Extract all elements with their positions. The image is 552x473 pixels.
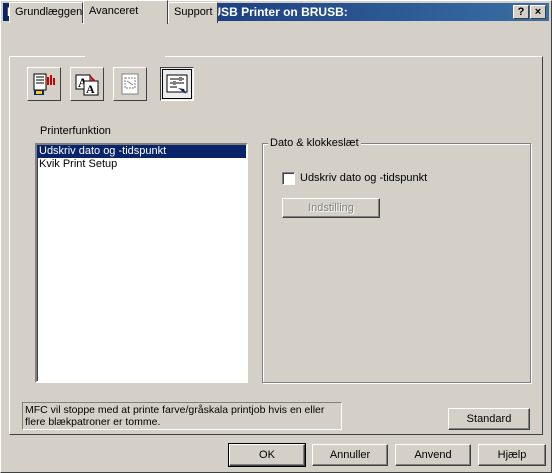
- apply-button[interactable]: Anvend: [395, 444, 471, 466]
- tab-support[interactable]: Support: [168, 2, 218, 23]
- help-button[interactable]: Hjælp: [478, 444, 546, 466]
- ok-button[interactable]: OK: [228, 443, 306, 467]
- tab-avanceret[interactable]: Avanceret: [83, 0, 168, 24]
- close-button[interactable]: ×: [530, 5, 546, 19]
- help-title-button[interactable]: ?: [513, 5, 529, 19]
- tab-grundlaeggende[interactable]: Grundlæggende: [9, 2, 95, 23]
- tab-panel: [9, 56, 543, 435]
- active-tab-join: [85, 55, 165, 58]
- cancel-button[interactable]: Annuller: [312, 444, 388, 466]
